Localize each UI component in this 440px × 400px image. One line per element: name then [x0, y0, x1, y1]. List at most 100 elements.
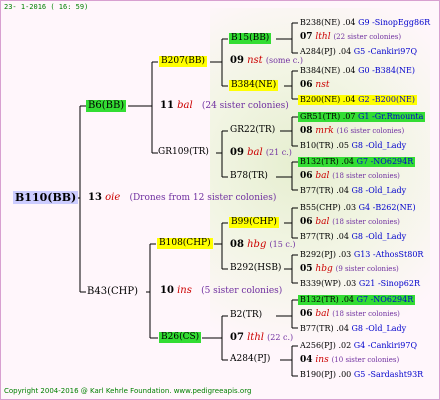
gen4-father-row[interactable]: B55(CHP) .03 G4 -B262(NE) [298, 203, 418, 213]
gen4-mother-line: G8 -Old_Lady [351, 141, 407, 150]
gen4-father-year: .04 [341, 295, 355, 304]
gen4-mother-row[interactable]: B200(NE) .04 G2 -B200(NE) [298, 95, 418, 105]
gen4-siblings: (18 sister colonies) [332, 218, 400, 226]
gen4-siblings: (18 sister colonies) [332, 310, 400, 318]
gen3-2-year: 08 [230, 239, 244, 250]
gen3-1-info: 09 bal (21 c.) [230, 148, 292, 158]
gen2-0-mother[interactable]: GR109(TR) [158, 148, 209, 157]
gen1-year: 13 [88, 192, 102, 203]
gen4-mother-year: .04 [342, 95, 356, 104]
gen2-1-siblings: (5 sister colonies) [201, 286, 283, 296]
gen4-mother: B190(PJ) [300, 370, 336, 379]
gen4-mother-row[interactable]: A284(PJ) .04 G5 -Cankiri97Q [298, 47, 419, 57]
gen2-1-info: 10 ins (5 sister colonies) [160, 286, 282, 296]
gen4-father-line: G4 -B262(NE) [358, 203, 416, 212]
gen3-2-father[interactable]: B99(CHP) [229, 217, 279, 228]
gen4-mother-row[interactable]: B77(TR) .04 G8 -Old_Lady [298, 186, 408, 196]
gen4-mother: B339(WP) [300, 279, 341, 288]
gen4-mother-row[interactable]: B10(TR) .05 G8 -Old_Lady [298, 141, 408, 151]
gen4-mother-row[interactable]: B77(TR) .04 G8 -Old_Lady [298, 324, 408, 334]
gen4-father-row[interactable]: GR51(TR) .07 G1 -Gr.Rmounta [298, 112, 426, 122]
gen4-mating: 05 hbg (9 sister colonies) [300, 265, 399, 274]
gen2-1-mother[interactable]: B26(CS) [159, 332, 202, 343]
gen4-mother-line: G5 -Cankiri97Q [353, 47, 418, 56]
gen4-mother: B200(NE) [300, 95, 341, 104]
gen3-3-father[interactable]: B2(TR) [230, 311, 262, 320]
gen1-code: oie [105, 192, 121, 203]
gen4-father-year: .07 [342, 112, 356, 121]
gen4-father: B132(TR) [300, 295, 339, 304]
gen1-mother[interactable]: B43(CHP) [87, 287, 138, 297]
gen4-code: mrk [315, 126, 334, 136]
gen3-3-mother[interactable]: A284(PJ) [230, 355, 270, 364]
gen4-mother-line: G2 -B200(NE) [358, 95, 416, 104]
root-colony[interactable]: B110(BB) [13, 191, 79, 204]
gen4-mother-row[interactable]: B77(TR) .04 G8 -Old_Lady [298, 232, 408, 242]
gen4-mating: 04 ins (10 sister colonies) [300, 356, 399, 365]
gen4-mother-row[interactable]: B339(WP) .03 G21 -Sinop62R [298, 279, 422, 289]
gen3-0-father[interactable]: B15(BB) [229, 33, 272, 44]
gen4-code: ins [315, 355, 329, 365]
gen3-2-mother[interactable]: B292(HSB) [230, 264, 281, 273]
gen4-year: 08 [300, 126, 313, 136]
gen3-0-info: 09 nst (some c.) [230, 56, 303, 66]
gen3-1-father[interactable]: GR22(TR) [230, 126, 275, 135]
gen4-mother: B77(TR) [300, 324, 334, 333]
gen4-mother-line: G5 -Sardasht93R [353, 370, 424, 379]
gen4-father-row[interactable]: A256(PJ) .02 G4 -Cankiri97Q [298, 341, 419, 351]
gen3-0-mother[interactable]: B384(NE) [229, 80, 279, 91]
gen2-0-father[interactable]: B207(BB) [159, 56, 208, 67]
gen4-father-line: G1 -Gr.Rmounta [358, 112, 424, 121]
gen4-mother: B77(TR) [300, 186, 334, 195]
gen4-father-row[interactable]: B132(TR) .04 G7 -NO6294R [298, 157, 416, 167]
gen4-mother-row[interactable]: B190(PJ) .00 G5 -Sardasht93R [298, 370, 425, 380]
gen3-3-code: lthl [247, 332, 264, 343]
timestamp: 23- 1-2016 ( 16: 59) [4, 3, 89, 11]
gen4-father-row[interactable]: B384(NE) .04 G0 -B384(NE) [298, 66, 417, 76]
gen3-2-info: 08 hbg (15 c.) [230, 240, 296, 250]
gen4-father-line: G13 -AthosSt80R [353, 250, 424, 259]
gen4-code: nst [315, 80, 330, 90]
gen2-1-year: 10 [160, 285, 174, 296]
gen4-father-year: .03 [338, 250, 352, 259]
gen4-siblings: (18 sister colonies) [332, 172, 400, 180]
gen4-father-row[interactable]: B292(PJ) .03 G13 -AthosSt80R [298, 250, 425, 260]
gen2-1-father[interactable]: B108(CHP) [157, 238, 213, 249]
gen3-3-siblings: (22 c.) [267, 333, 294, 342]
gen4-code: bal [315, 309, 330, 319]
gen4-mother: B10(TR) [300, 141, 334, 150]
gen4-year: 05 [300, 264, 313, 274]
gen4-father-line: G7 -NO6294R [356, 295, 414, 304]
gen1-info: 13 oie (Drones from 12 sister colonies) [88, 193, 276, 203]
gen4-mating: 06 bal (18 sister colonies) [300, 172, 400, 181]
gen1-siblings: (Drones from 12 sister colonies) [129, 193, 277, 203]
gen4-mother-year: .05 [336, 141, 349, 150]
gen4-father-row[interactable]: B238(NE) .04 G9 -SinopEgg86R [298, 18, 432, 28]
gen4-code: bal [315, 217, 330, 227]
gen3-1-year: 09 [230, 147, 244, 158]
gen4-mating: 08 mrk (16 sister colonies) [300, 127, 404, 136]
gen3-1-mother[interactable]: B78(TR) [230, 172, 268, 181]
gen4-mother-line: G8 -Old_Lady [351, 232, 407, 241]
gen4-year: 06 [300, 309, 313, 319]
gen4-siblings: (16 sister colonies) [336, 127, 405, 135]
pedigree-chart: 23- 1-2016 ( 16: 59) Copyright 2004-2016… [0, 0, 440, 400]
gen4-father-line: G9 -SinopEgg86R [358, 18, 431, 27]
gen4-mother-line: G8 -Old_Lady [351, 186, 407, 195]
gen4-mating: 06 nst [300, 81, 329, 90]
gen4-father: B55(CHP) [300, 203, 341, 212]
gen4-siblings: (22 sister colonies) [333, 33, 402, 41]
copyright: Copyright 2004-2016 @ Karl Kehrle Founda… [4, 387, 252, 395]
gen4-code: lthl [315, 32, 331, 42]
gen4-father: B292(PJ) [300, 250, 336, 259]
gen3-3-info: 07 lthl (22 c.) [230, 333, 293, 343]
gen4-father: B132(TR) [300, 157, 339, 166]
gen4-year: 04 [300, 355, 313, 365]
gen4-mother-line: G8 -Old_Lady [351, 324, 407, 333]
gen3-2-code: hbg [247, 239, 267, 250]
gen1-father[interactable]: B6(BB) [86, 100, 127, 112]
gen4-father: A256(PJ) [300, 341, 336, 350]
gen4-father-row[interactable]: B132(TR) .04 G7 -NO6294R [298, 295, 416, 305]
gen2-0-code: bal [177, 100, 193, 111]
gen4-year: 06 [300, 217, 313, 227]
